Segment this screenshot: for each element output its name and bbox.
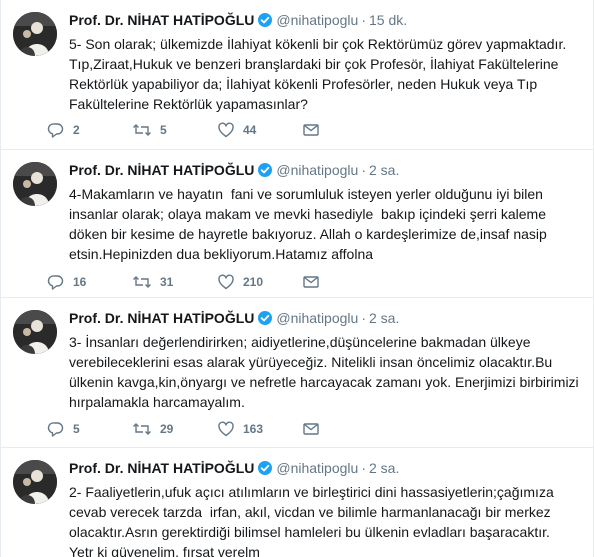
verified-badge-icon [257, 310, 273, 331]
separator-dot: · [361, 460, 366, 476]
heart-icon [217, 121, 235, 139]
like-button[interactable]: 44 [217, 121, 302, 139]
retweet-count: 31 [160, 275, 174, 289]
author-handle[interactable]: @nihatipoglu [276, 162, 358, 178]
tweet[interactable]: Prof. Dr. NİHAT HATİPOĞLU @nihatipoglu · 2 … [1, 448, 593, 557]
avatar[interactable] [13, 310, 57, 354]
reply-count: 5 [73, 422, 80, 436]
tweet-header: Prof. Dr. NİHAT HATİPOĞLU @nihatipoglu · 2 … [69, 160, 581, 183]
envelope-icon [302, 121, 320, 139]
like-count: 44 [243, 123, 257, 137]
tweet-header: Prof. Dr. NİHAT HATİPOĞLU @nihatipoglu · 2 … [69, 308, 581, 331]
retweet-button[interactable]: 29 [132, 420, 217, 438]
like-count: 210 [243, 275, 264, 289]
envelope-icon [302, 273, 320, 291]
direct-message-button[interactable] [302, 420, 320, 438]
retweet-count: 29 [160, 422, 174, 436]
tweet-actions: 2 5 44 [47, 121, 320, 139]
verified-badge-icon [257, 460, 273, 481]
author-name[interactable]: Prof. Dr. NİHAT HATİPOĞLU [69, 12, 254, 28]
author-name[interactable]: Prof. Dr. NİHAT HATİPOĞLU [69, 460, 254, 476]
tweet-actions: 5 29 163 [47, 420, 320, 438]
reply-count: 2 [73, 123, 80, 137]
retweet-count: 5 [160, 123, 167, 137]
author-handle[interactable]: @nihatipoglu [276, 460, 358, 476]
reply-button[interactable]: 2 [47, 121, 132, 139]
reply-button[interactable]: 16 [47, 273, 132, 291]
tweet[interactable]: Prof. Dr. NİHAT HATİPOĞLU @nihatipoglu · 15… [1, 0, 593, 150]
separator-dot: · [361, 310, 366, 326]
separator-dot: · [361, 12, 366, 28]
tweet-timestamp[interactable]: 2 sa. [369, 460, 399, 476]
author-name[interactable]: Prof. Dr. NİHAT HATİPOĞLU [69, 310, 254, 326]
retweet-icon [132, 420, 152, 438]
heart-icon [217, 420, 235, 438]
avatar[interactable] [13, 162, 57, 206]
reply-icon [47, 273, 65, 291]
tweet[interactable]: Prof. Dr. NİHAT HATİPOĞLU @nihatipoglu · 2 … [1, 298, 593, 448]
envelope-icon [302, 420, 320, 438]
direct-message-button[interactable] [302, 273, 320, 291]
retweet-button[interactable]: 5 [132, 121, 217, 139]
author-name[interactable]: Prof. Dr. NİHAT HATİPOĞLU [69, 162, 254, 178]
retweet-button[interactable]: 31 [132, 273, 217, 291]
author-handle[interactable]: @nihatipoglu [276, 310, 358, 326]
reply-button[interactable]: 5 [47, 420, 132, 438]
reply-count: 16 [73, 275, 87, 289]
reply-icon [47, 121, 65, 139]
heart-icon [217, 273, 235, 291]
avatar[interactable] [13, 460, 57, 504]
tweet[interactable]: Prof. Dr. NİHAT HATİPOĞLU @nihatipoglu · 2 … [1, 150, 593, 298]
author-handle[interactable]: @nihatipoglu [276, 12, 358, 28]
tweet-timestamp[interactable]: 2 sa. [369, 162, 399, 178]
tweet-timestamp[interactable]: 15 dk. [369, 12, 407, 28]
tweet-header: Prof. Dr. NİHAT HATİPOĞLU @nihatipoglu · 15… [69, 10, 581, 33]
like-button[interactable]: 163 [217, 420, 302, 438]
retweet-icon [132, 273, 152, 291]
verified-badge-icon [257, 162, 273, 183]
retweet-icon [132, 121, 152, 139]
like-count: 163 [243, 422, 264, 436]
like-button[interactable]: 210 [217, 273, 302, 291]
tweet-text: 5- Son olarak; ülkemizde İlahiyat kökenl… [69, 36, 567, 112]
tweet-text: 2- Faaliyetlerin,ufuk açıcı atılımların … [69, 484, 554, 557]
tweet-timestamp[interactable]: 2 sa. [369, 310, 399, 326]
tweet-timeline: Prof. Dr. NİHAT HATİPOĞLU @nihatipoglu · 15… [0, 0, 594, 557]
direct-message-button[interactable] [302, 121, 320, 139]
separator-dot: · [361, 162, 366, 178]
tweet-header: Prof. Dr. NİHAT HATİPOĞLU @nihatipoglu · 2 … [69, 458, 581, 481]
avatar[interactable] [13, 12, 57, 56]
verified-badge-icon [257, 12, 273, 33]
reply-icon [47, 420, 65, 438]
tweet-text: 3- İnsanları değerlendirirken; aidiyetle… [69, 334, 579, 410]
tweet-text: 4-Makamların ve hayatın fani ve sorumlul… [69, 186, 547, 262]
tweet-actions: 16 31 210 [47, 273, 320, 291]
